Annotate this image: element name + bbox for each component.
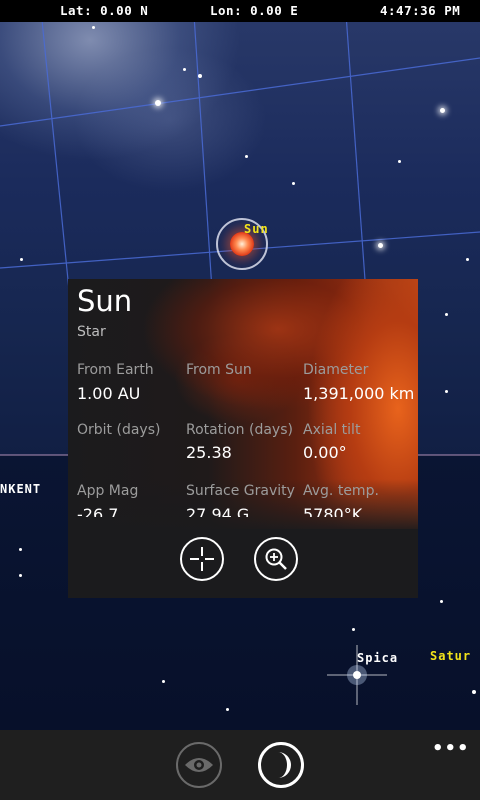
more-options-button[interactable]: ••• xyxy=(432,738,470,759)
app-bar xyxy=(0,730,480,800)
prop-value-diameter: 1,391,000 km xyxy=(303,384,415,403)
prop-value-axial-tilt: 0.00° xyxy=(303,443,347,462)
star[interactable] xyxy=(245,155,248,158)
crosshair-icon xyxy=(190,547,214,571)
prop-label-diameter: Diameter xyxy=(303,362,369,378)
eye-icon xyxy=(185,758,213,772)
night-mode-button[interactable] xyxy=(258,742,304,788)
prop-label-avg-temp: Avg. temp. xyxy=(303,483,379,499)
properties-row-3: App Mag -26.7 Surface Gravity 27.94 G Av… xyxy=(68,479,418,517)
zoom-in-button[interactable] xyxy=(254,537,298,581)
prop-label-app-mag: App Mag xyxy=(77,483,139,499)
prop-label-from-sun: From Sun xyxy=(186,362,252,378)
prop-label-orbit: Orbit (days) xyxy=(77,422,161,438)
zoom-in-icon xyxy=(265,548,287,570)
moon-phase-icon xyxy=(278,752,291,778)
star[interactable] xyxy=(19,574,22,577)
object-title: Sun xyxy=(77,284,133,318)
star[interactable] xyxy=(440,600,443,603)
star[interactable] xyxy=(472,690,476,694)
star[interactable] xyxy=(155,100,161,106)
saturn-label[interactable]: Satur xyxy=(430,649,471,663)
clock: 4:47:36 PM xyxy=(380,3,461,18)
star[interactable] xyxy=(445,313,448,316)
star[interactable] xyxy=(198,74,202,78)
prop-value-surface-gravity: 27.94 G xyxy=(186,505,250,517)
sun-sky-label[interactable]: Sun xyxy=(244,222,269,236)
latitude-readout: Lat: 0.00 N xyxy=(60,3,149,18)
star[interactable] xyxy=(20,258,23,261)
star[interactable] xyxy=(162,680,165,683)
prop-label-surface-gravity: Surface Gravity xyxy=(186,483,295,499)
object-info-card[interactable]: Sun Star From Earth 1.00 AU From Sun Dia… xyxy=(68,279,418,598)
star[interactable] xyxy=(352,628,355,631)
prop-label-axial-tilt: Axial tilt xyxy=(303,422,361,438)
prop-label-from-earth: From Earth xyxy=(77,362,154,378)
star[interactable] xyxy=(92,26,95,29)
status-bar: Lat: 0.00 N Lon: 0.00 E 4:47:36 PM xyxy=(0,0,480,22)
eye-view-button[interactable] xyxy=(176,742,222,788)
prop-label-rotation: Rotation (days) xyxy=(186,422,293,438)
prop-value-app-mag: -26.7 xyxy=(77,505,119,517)
object-type: Star xyxy=(77,324,106,340)
star[interactable] xyxy=(466,258,469,261)
star[interactable] xyxy=(445,390,448,393)
star[interactable] xyxy=(378,243,383,248)
longitude-readout: Lon: 0.00 E xyxy=(210,3,299,18)
star[interactable] xyxy=(183,68,186,71)
spica-label[interactable]: Spica xyxy=(357,651,398,665)
star[interactable] xyxy=(19,548,22,551)
star[interactable] xyxy=(226,708,229,711)
star[interactable] xyxy=(292,182,295,185)
constellation-label[interactable]: NKENT xyxy=(0,482,41,496)
star[interactable] xyxy=(440,108,445,113)
prop-value-from-earth: 1.00 AU xyxy=(77,384,141,403)
center-on-object-button[interactable] xyxy=(180,537,224,581)
prop-value-rotation: 25.38 xyxy=(186,443,232,462)
prop-value-avg-temp: 5780°K xyxy=(303,505,363,517)
star[interactable] xyxy=(398,160,401,163)
